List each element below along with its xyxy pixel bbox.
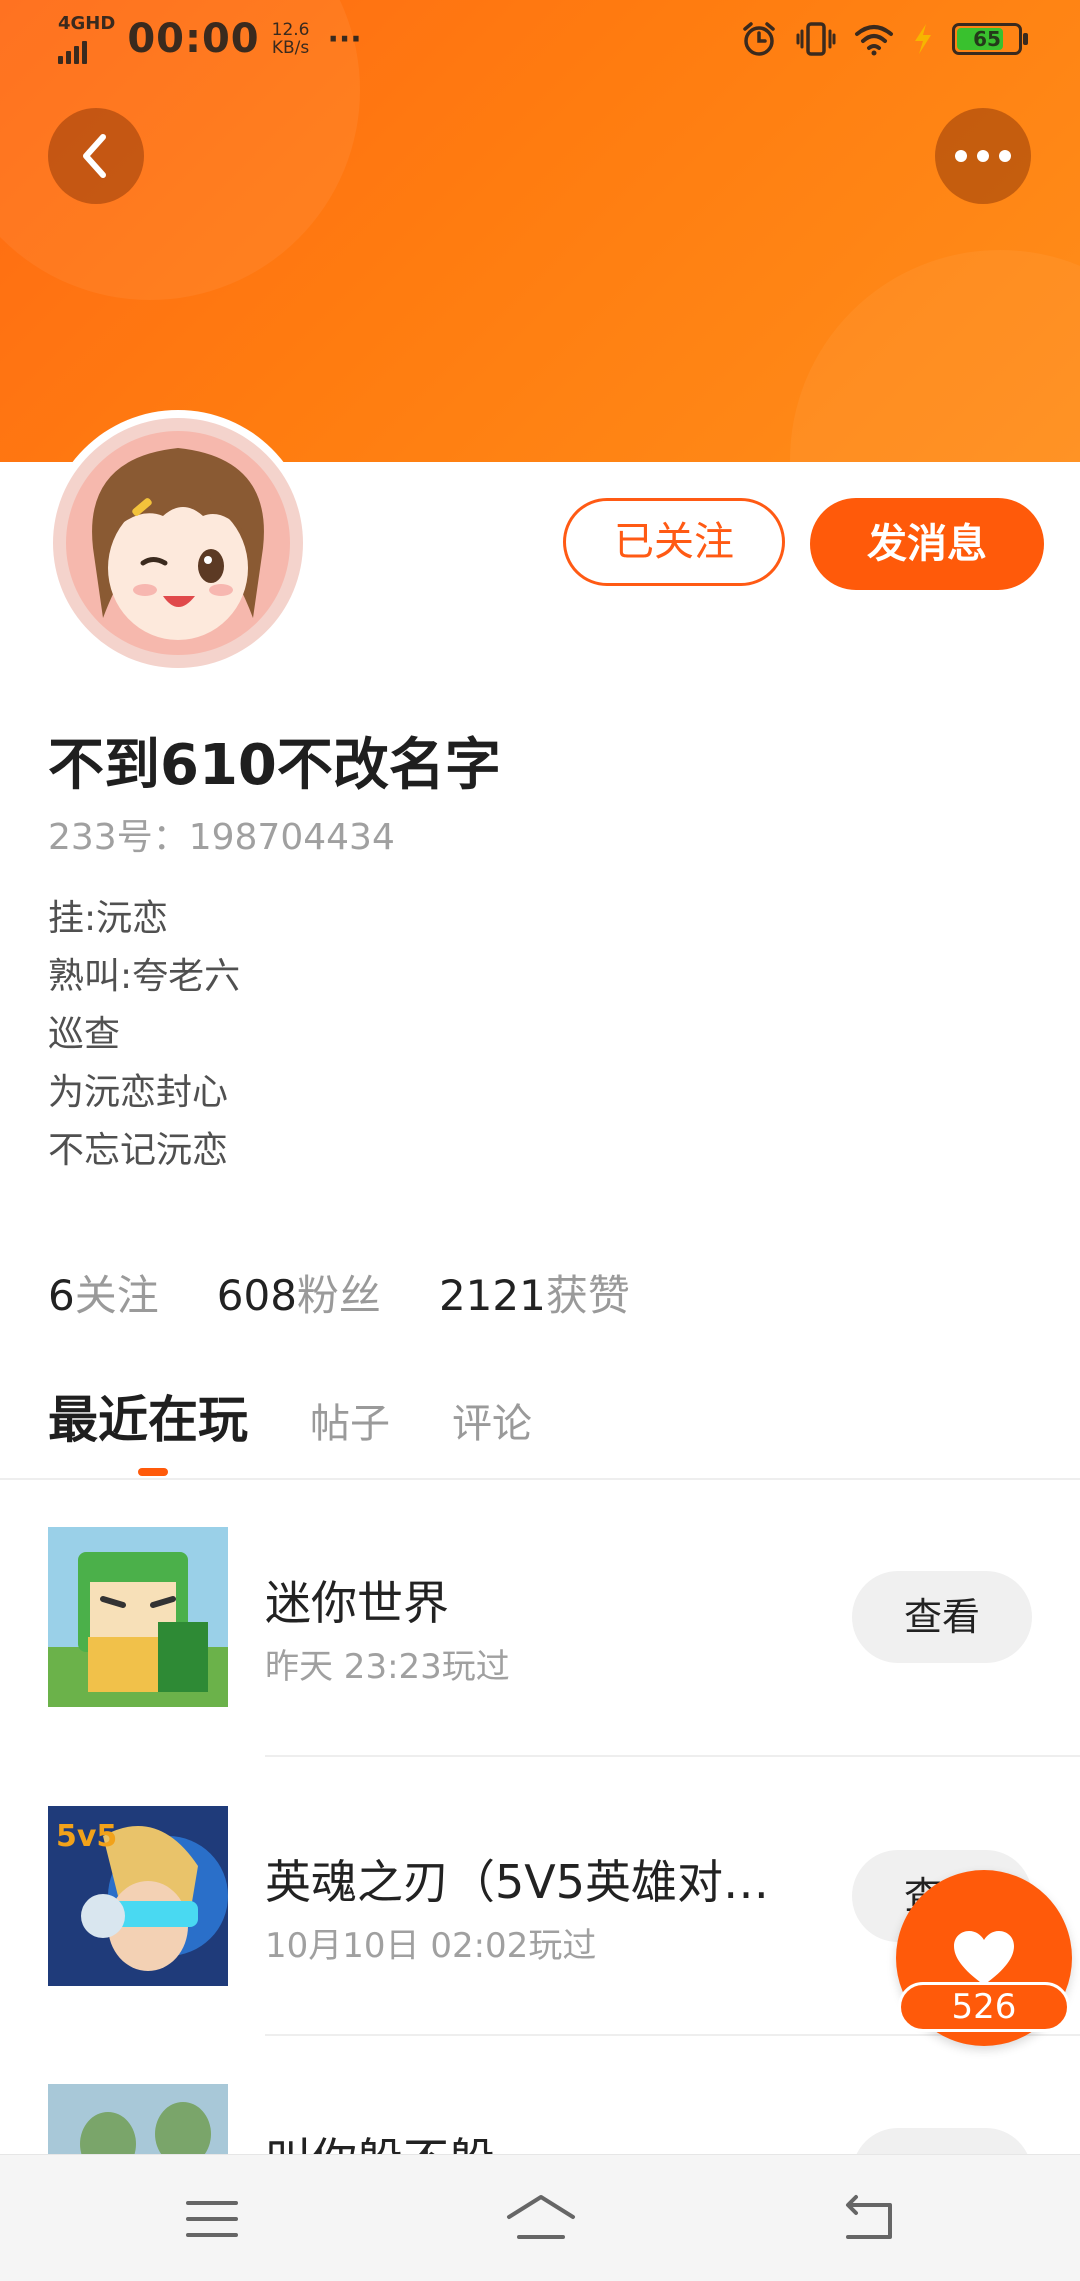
menu-icon [186,2201,238,2237]
stat-number: 6 [48,1271,75,1320]
bio-line: 巡查 [48,1014,121,1055]
stat-likes[interactable]: 2121获赞 [439,1262,630,1323]
tab-posts[interactable]: 帖子 [310,1391,390,1449]
bio-line: 熟叫:夸老六 [48,956,241,997]
avatar-image [53,418,303,668]
tab-comments[interactable]: 评论 [452,1391,532,1449]
stat-number: 608 [216,1271,297,1320]
game-played-time: 昨天 23:23玩过 [265,1647,510,1687]
signal-icon [58,34,115,64]
heart-icon [954,1931,1014,1985]
like-button[interactable]: 526 [896,1870,1074,2046]
battery-level: 65 [973,27,1001,51]
avatar[interactable] [53,418,303,668]
game-thumbnail: 5v5 [48,1806,228,1986]
speed-value: 12.6 [271,20,310,40]
wifi-icon [855,25,893,56]
bio-line: 挂:沅恋 [48,898,169,939]
profile-header-banner: 4GHD 00:00 12.6 KB/s ··· 65 [0,0,1080,462]
back-icon [846,2195,892,2239]
status-bar: 4GHD 00:00 12.6 KB/s ··· 65 [0,0,1080,84]
banner-decoration [790,250,1080,462]
profile-tabs: 最近在玩 帖子 评论 [48,1380,594,1452]
active-tab-indicator [138,1468,168,1476]
chevron-left-icon [83,134,106,178]
stat-number: 2121 [438,1271,546,1320]
system-nav-bar [0,2154,1080,2281]
stat-following[interactable]: 6关注 [48,1262,159,1323]
followed-button[interactable]: 已关注 [563,498,785,586]
network-speed: 12.6 KB/s [272,21,310,57]
divider [0,1478,1080,1480]
game-played-time: 10月10日 02:02玩过 [265,1926,597,1966]
nav-back-button[interactable] [840,2191,900,2247]
bio-line: 不忘记沅恋 [48,1130,229,1171]
send-message-button[interactable]: 发消息 [810,498,1044,590]
battery-icon: 65 [952,23,1028,55]
clock: 00:00 [127,16,260,62]
profile-bio: 挂:沅恋 熟叫:夸老六 巡查 为沅恋封心 不忘记沅恋 [48,890,240,1180]
more-options-button[interactable] [935,108,1031,204]
network-indicator: 4GHD [58,14,115,64]
charging-icon [915,24,931,54]
nav-menu-button[interactable] [182,2191,242,2247]
divider [265,1755,1080,1757]
nav-home-button[interactable] [505,2191,577,2247]
stat-label: 获赞 [545,1271,630,1320]
stat-label: 关注 [74,1271,159,1320]
more-horizontal-icon [955,150,1011,162]
profile-uid: 233号：198704434 [48,817,395,858]
vibrate-icon [796,22,836,56]
list-item[interactable]: 迷你世界 昨天 23:23玩过 查看 [0,1527,1080,1707]
tab-recently-played[interactable]: 最近在玩 [48,1380,248,1452]
game-name: 英魂之刃（5V5英雄对… [265,1855,770,1909]
game-thumbnail [48,1527,228,1707]
stat-label: 粉丝 [296,1271,381,1320]
status-more: ··· [327,21,362,57]
back-button[interactable] [48,108,144,204]
like-count: 526 [898,1982,1070,2032]
view-button[interactable]: 查看 [852,1571,1032,1663]
network-type: 4GHD [58,13,116,34]
profile-stats: 6关注 608粉丝 2121获赞 [48,1262,630,1323]
stat-followers[interactable]: 608粉丝 [217,1262,381,1323]
bio-line: 为沅恋封心 [48,1072,229,1113]
game-name: 迷你世界 [265,1576,449,1630]
home-icon [507,2195,575,2239]
svg-text:5v5: 5v5 [56,1819,117,1854]
profile-nickname: 不到610不改名字 [48,733,501,798]
alarm-icon [743,22,775,56]
speed-unit: KB/s [271,38,310,58]
